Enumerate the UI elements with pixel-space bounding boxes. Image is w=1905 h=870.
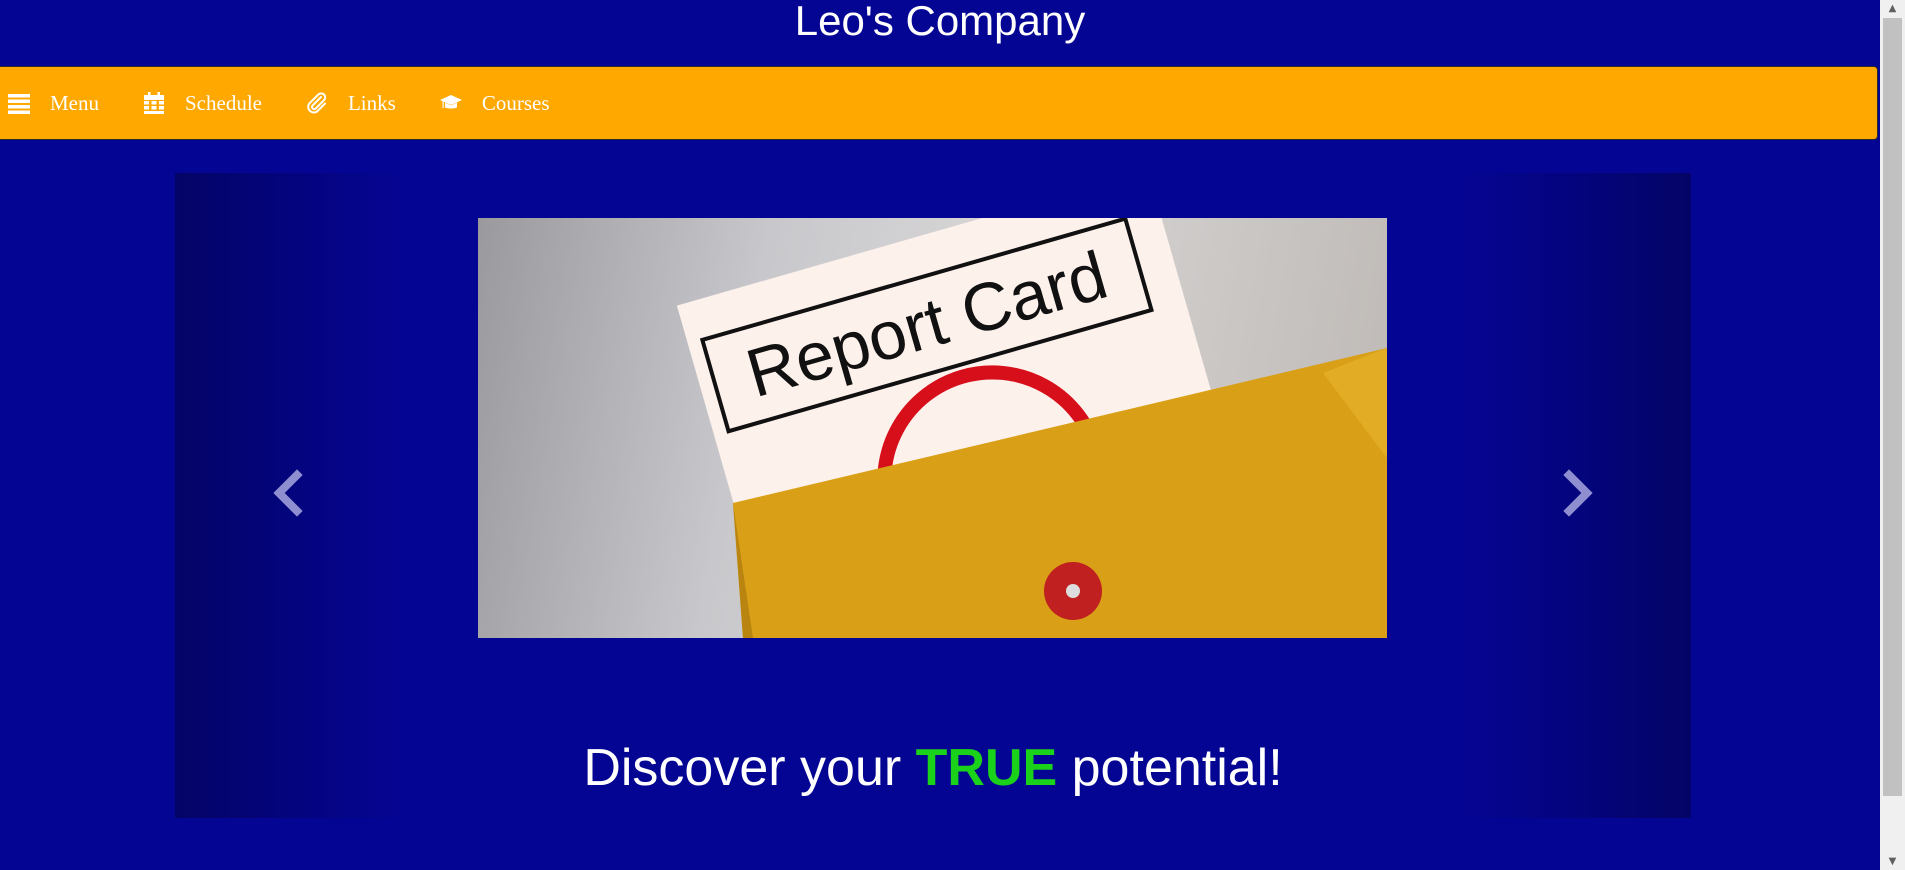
calendar-icon — [143, 92, 165, 114]
scroll-thumb[interactable] — [1883, 18, 1902, 796]
chevron-left-icon[interactable] — [267, 463, 307, 523]
nav-label-courses: Courses — [481, 90, 550, 115]
vertical-scrollbar[interactable]: ▲ ▼ — [1880, 0, 1905, 870]
page: Leo's Company Menu Schedule Links Course… — [0, 0, 1880, 870]
scroll-up-arrow-icon[interactable]: ▲ — [1880, 0, 1905, 17]
nav-label-schedule: Schedule — [185, 90, 262, 115]
chevron-right-icon[interactable] — [1559, 463, 1599, 523]
graduation-cap-icon — [439, 92, 462, 114]
carousel-caption: Discover your TRUE potential! — [175, 738, 1691, 798]
caption-highlight: TRUE — [915, 739, 1058, 797]
navbar: Menu Schedule Links Courses — [0, 66, 1878, 140]
nav-label-menu: Menu — [50, 90, 99, 115]
slide-image-report-card: Report Card A+ — [478, 218, 1387, 638]
nav-item-links[interactable]: Links — [306, 67, 396, 139]
caption-after: potential! — [1057, 739, 1283, 797]
scroll-down-arrow-icon[interactable]: ▼ — [1880, 853, 1905, 870]
bars-icon — [8, 92, 30, 114]
nav-item-schedule[interactable]: Schedule — [143, 67, 262, 139]
paperclip-icon — [306, 92, 328, 114]
caption-before: Discover your — [583, 739, 916, 797]
site-title: Leo's Company — [794, 0, 1086, 44]
nav-label-links: Links — [347, 90, 396, 115]
carousel: Report Card A+ Discover your TRU — [175, 173, 1691, 818]
nav-item-menu[interactable]: Menu — [0, 67, 99, 139]
nav-item-courses[interactable]: Courses — [439, 67, 550, 139]
